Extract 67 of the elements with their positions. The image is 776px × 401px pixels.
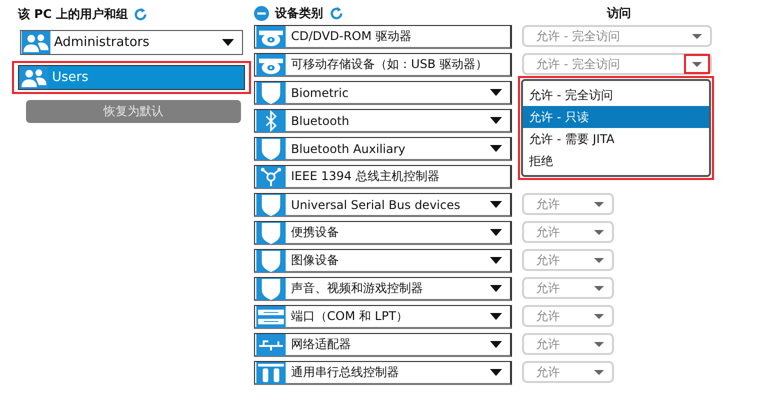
shield-icon [255, 222, 287, 244]
users-icon [19, 66, 49, 89]
menu-option[interactable]: 允许 - 只读 [523, 106, 709, 128]
caret-icon [594, 202, 604, 206]
network-icon [255, 334, 287, 356]
access-dropdown[interactable]: 允许 [522, 249, 614, 271]
caret-icon [490, 117, 502, 124]
caret-icon [490, 229, 502, 236]
device-category[interactable]: IEEE 1394 总线主机控制器 [254, 165, 512, 189]
panel-title: 该 PC 上的用户和组 [18, 6, 128, 22]
caret-icon [490, 285, 502, 292]
access-dropdown[interactable]: 允许 - 完全访问 [522, 53, 712, 75]
panel-title: 设备类别 [275, 4, 323, 22]
column-header: 访问 [607, 4, 631, 22]
refresh-icon[interactable] [329, 6, 344, 20]
caret-icon [692, 62, 702, 66]
menu-option[interactable]: 拒绝 [523, 150, 709, 172]
caret-icon [222, 39, 234, 46]
caret-icon [490, 145, 502, 152]
firewire-icon [255, 166, 287, 188]
bluetooth-icon [255, 110, 287, 132]
device-category[interactable]: Bluetooth Auxiliary [254, 137, 512, 161]
shield-icon [255, 194, 287, 216]
device-category[interactable]: 可移动存储设备（如：USB 驱动器） [254, 53, 512, 77]
access-dropdown[interactable]: 允许 [522, 277, 614, 299]
device-category[interactable]: CD/DVD-ROM 驱动器 [254, 25, 512, 49]
caret-icon [692, 34, 702, 38]
caret-icon [490, 341, 502, 348]
device-category[interactable]: 通用串行总线控制器 [254, 361, 512, 385]
access-dropdown[interactable]: 允许 [522, 305, 614, 327]
device-category[interactable]: Biometric [254, 81, 512, 105]
caret-icon [594, 314, 604, 318]
group-item[interactable]: Administrators [20, 30, 243, 55]
users-icon [21, 31, 51, 54]
access-dropdown[interactable]: 允许 [522, 193, 614, 215]
caret-icon [490, 257, 502, 264]
device-category[interactable]: 端口（COM 和 LPT） [254, 305, 512, 329]
caret-icon [594, 286, 604, 290]
access-dropdown[interactable]: 允许 [522, 333, 614, 355]
device-category[interactable]: 网络适配器 [254, 333, 512, 357]
group-item[interactable]: Users [18, 65, 245, 90]
access-dropdown[interactable]: 允许 [522, 361, 614, 383]
caret-icon [490, 201, 502, 208]
caret-icon [490, 89, 502, 96]
device-category[interactable]: Universal Serial Bus devices [254, 193, 512, 217]
caret-icon [594, 342, 604, 346]
port-icon [255, 306, 287, 328]
access-dropdown[interactable]: 允许 - 完全访问 [522, 25, 712, 47]
refresh-icon[interactable] [132, 6, 148, 22]
shield-icon [255, 250, 287, 272]
shield-icon [255, 82, 287, 104]
menu-option[interactable]: 允许 - 完全访问 [523, 84, 709, 106]
device-category[interactable]: Bluetooth [254, 109, 512, 133]
caret-icon [594, 230, 604, 234]
device-category[interactable]: 声音、视频和游戏控制器 [254, 277, 512, 301]
shield-icon [255, 278, 287, 300]
shield-icon [255, 138, 287, 160]
collapse-icon[interactable] [254, 6, 269, 20]
usb-icon [255, 362, 287, 384]
caret-icon [490, 369, 502, 376]
device-category[interactable]: 便携设备 [254, 221, 512, 245]
caret-icon [594, 370, 604, 374]
access-dropdown[interactable]: 允许 [522, 221, 614, 243]
caret-icon [490, 313, 502, 320]
device-category[interactable]: 图像设备 [254, 249, 512, 273]
menu-option[interactable]: 允许 - 需要 JITA [523, 128, 709, 150]
caret-icon [594, 258, 604, 262]
